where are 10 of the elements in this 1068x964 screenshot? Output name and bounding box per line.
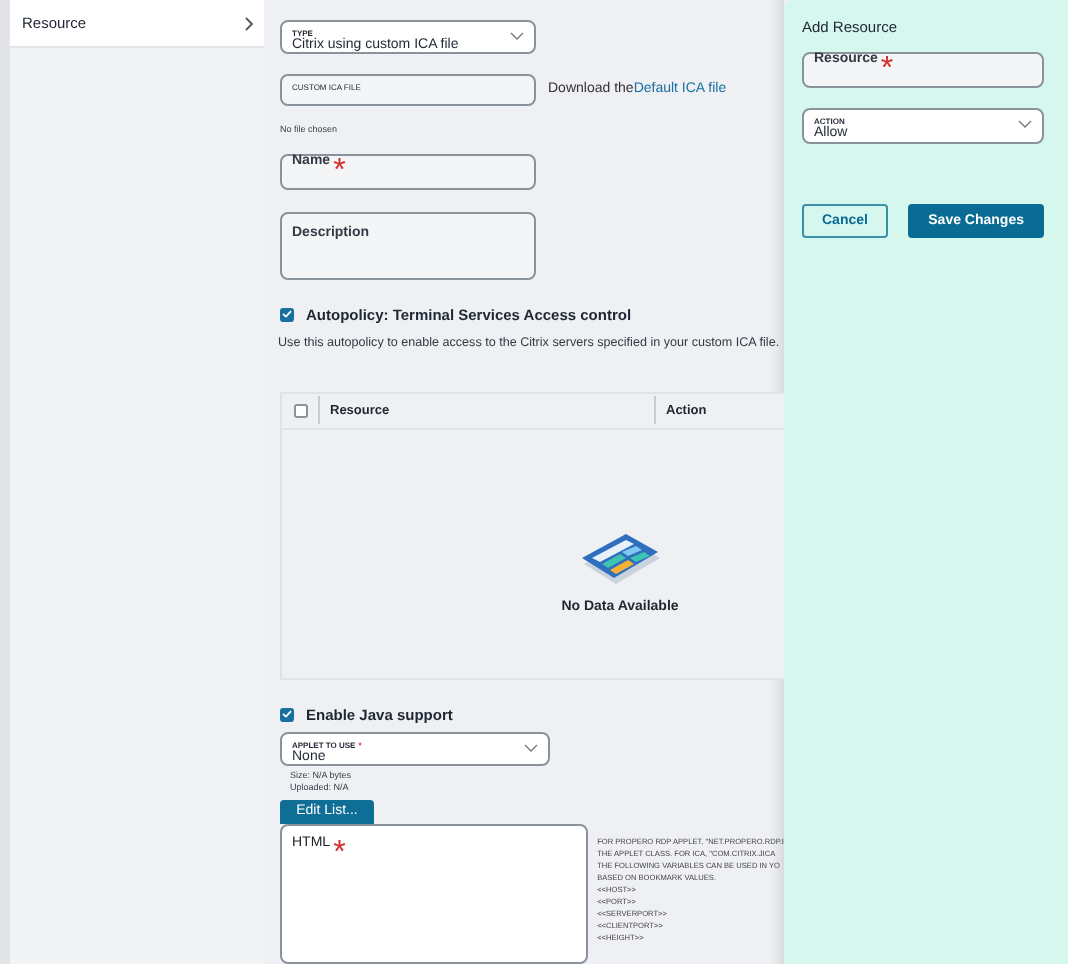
select-all-checkbox[interactable]: [293, 403, 307, 418]
required-mark: *: [333, 836, 346, 872]
chevron-right-icon: [244, 15, 254, 31]
checkbox[interactable]: [280, 707, 294, 722]
chevron-down-icon: [524, 743, 538, 754]
chevron-down-icon: [1018, 120, 1032, 130]
required-mark: *: [880, 52, 894, 88]
checkbox[interactable]: [280, 307, 294, 322]
chevron-down-icon: [510, 32, 524, 42]
required-mark: *: [333, 154, 346, 190]
